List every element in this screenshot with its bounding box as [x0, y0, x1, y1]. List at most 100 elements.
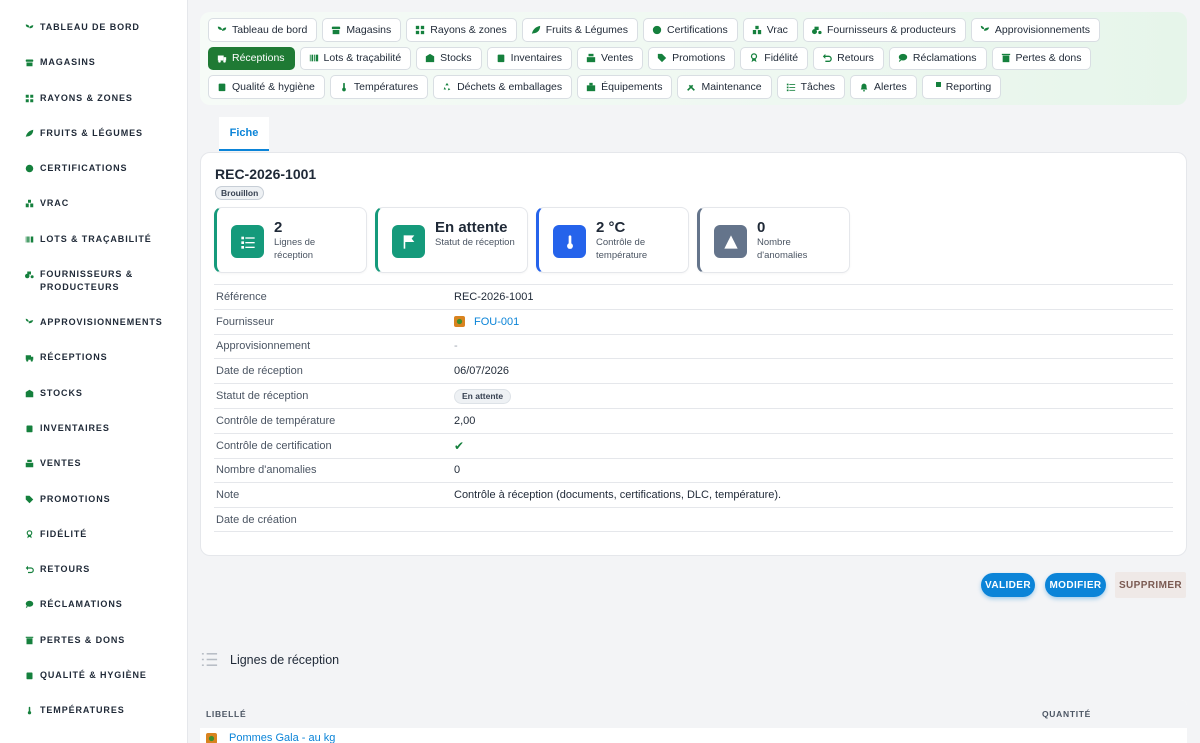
flag-icon — [392, 225, 425, 258]
nav-chip-label: Pertes & dons — [1015, 52, 1082, 65]
nav-chip-17[interactable]: Pertes & dons — [991, 46, 1092, 70]
equipment-icon — [586, 82, 596, 92]
sidebar-item-13[interactable]: Promotions — [0, 482, 187, 517]
nav-chip-24[interactable]: Alertes — [850, 75, 917, 99]
sidebar-item-7[interactable]: Fournisseurs & producteurs — [0, 257, 187, 305]
nav-chip-2[interactable]: Rayons & zones — [406, 18, 517, 42]
nav-chip-label: Lots & traçabilité — [323, 52, 402, 65]
nav-chip-8[interactable]: Réceptions — [208, 46, 295, 70]
validate-button[interactable]: Valider — [981, 573, 1035, 597]
nav-chip-10[interactable]: Stocks — [416, 46, 482, 70]
delete-button[interactable]: Supprimer — [1115, 572, 1186, 598]
nav-chip-14[interactable]: Fidélité — [740, 46, 809, 70]
truck-icon — [24, 352, 35, 363]
nav-chip-11[interactable]: Inventaires — [486, 46, 573, 70]
sidebar-item-14[interactable]: Fidélité — [0, 517, 187, 552]
sidebar-item-16[interactable]: Réclamations — [0, 587, 187, 622]
seal-icon — [652, 25, 662, 35]
award-icon — [749, 53, 759, 63]
check-icon: ✔ — [454, 438, 465, 453]
column-header-libelle[interactable]: Libellé — [200, 709, 1042, 719]
sidebar-list: Tableau de bord Magasins Rayons & zones Fru… — [0, 10, 187, 729]
kpi-value: 2 — [274, 219, 283, 236]
sidebar-item-label: Promotions — [40, 493, 111, 504]
supplier-link[interactable]: FOU-001 — [474, 316, 519, 328]
nav-chip-label: Températures — [353, 80, 419, 93]
edit-button[interactable]: Modifier — [1045, 573, 1106, 597]
sidebar-item-5[interactable]: Vrac — [0, 186, 187, 221]
nav-chip-19[interactable]: Températures — [329, 75, 429, 99]
nav-chip-label: Reporting — [945, 80, 992, 93]
nav-chip-4[interactable]: Certifications — [643, 18, 738, 42]
sidebar-item-19[interactable]: Températures — [0, 693, 187, 728]
nav-chip-22[interactable]: Maintenance — [677, 75, 772, 99]
sidebar-item-label: Fournisseurs & producteurs — [40, 269, 134, 293]
nav-chip-0[interactable]: Tableau de bord — [208, 18, 318, 42]
list-icon — [200, 650, 219, 669]
detail-value: 0 — [454, 464, 461, 477]
sidebar-item-10[interactable]: Stocks — [0, 376, 187, 411]
nav-chip-label: Stocks — [440, 52, 472, 65]
sidebar-item-0[interactable]: Tableau de bord — [0, 10, 187, 45]
sidebar-item-18[interactable]: Qualité & hygiène — [0, 658, 187, 693]
store-icon — [24, 57, 35, 68]
seedling-icon — [980, 25, 990, 35]
table-row[interactable]: Pommes Gala - au kg — [200, 728, 1187, 743]
sidebar-item-6[interactable]: Lots & traçabilité — [0, 222, 187, 257]
nav-chip-18[interactable]: Qualité & hygiène — [208, 75, 325, 99]
detail-row-reference: Référence REC-2026-1001 — [214, 284, 1173, 309]
nav-chip-5[interactable]: Vrac — [742, 18, 798, 42]
nav-chip-label: Magasins — [346, 23, 392, 36]
sidebar-item-label: Vrac — [40, 198, 70, 209]
sidebar-item-label: Lots & traçabilité — [40, 233, 152, 244]
nav-chip-label: Déchets & emballages — [457, 80, 563, 93]
nav-chip-9[interactable]: Lots & traçabilité — [299, 46, 412, 70]
nav-chip-20[interactable]: Déchets & emballages — [433, 75, 573, 99]
sidebar-item-4[interactable]: Certifications — [0, 151, 187, 186]
detail-label: Référence — [216, 290, 267, 303]
detail-label: Statut de réception — [216, 390, 309, 403]
nav-chip-7[interactable]: Approvisionnements — [970, 18, 1101, 42]
nav-chip-label: Tâches — [800, 80, 836, 93]
tab-fiche[interactable]: Fiche — [219, 117, 269, 151]
sidebar-item-3[interactable]: Fruits & Légumes — [0, 116, 187, 151]
detail-row-statut: Statut de réception En attente — [214, 383, 1173, 408]
pie-chart-icon — [931, 81, 941, 92]
nav-chip-23[interactable]: Tâches — [776, 75, 846, 99]
table-header: Libellé Quantité — [200, 700, 1187, 728]
nav-chip-6[interactable]: Fournisseurs & producteurs — [802, 18, 966, 42]
tag-icon — [657, 53, 667, 63]
page-title: REC-2026-1001 — [215, 166, 317, 182]
nav-chip-15[interactable]: Retours — [813, 46, 884, 70]
product-link[interactable]: Pommes Gala - au kg — [229, 732, 335, 743]
nav-chip-21[interactable]: Équipements — [577, 75, 673, 99]
sidebar-item-9[interactable]: Réceptions — [0, 340, 187, 375]
nav-chip-label: Certifications — [667, 23, 728, 36]
barcode-icon — [24, 234, 35, 245]
nav-chip-3[interactable]: Fruits & Légumes — [521, 18, 639, 42]
nav-chip-13[interactable]: Promotions — [648, 46, 736, 70]
nav-chip-12[interactable]: Ventes — [577, 46, 644, 70]
warehouse-icon — [24, 388, 35, 399]
nav-chip-25[interactable]: Reporting — [921, 75, 1002, 99]
tasks-icon — [786, 82, 796, 92]
nav-chip-16[interactable]: Réclamations — [888, 46, 987, 70]
sidebar-item-17[interactable]: Pertes & dons — [0, 623, 187, 658]
sidebar-item-8[interactable]: Approvisionnements — [0, 305, 187, 340]
sidebar-item-15[interactable]: Retours — [0, 552, 187, 587]
sidebar-item-1[interactable]: Magasins — [0, 45, 187, 80]
sidebar-item-2[interactable]: Rayons & zones — [0, 81, 187, 116]
sidebar-item-label: Réceptions — [40, 352, 108, 363]
sidebar-item-12[interactable]: Ventes — [0, 446, 187, 481]
detail-value: En attente — [454, 388, 1173, 404]
column-header-quantite[interactable]: Quantité — [1042, 709, 1187, 719]
kpi-label: Statut de réception — [435, 237, 515, 248]
kpi-value: 0 — [757, 219, 766, 236]
sidebar-item-11[interactable]: Inventaires — [0, 411, 187, 446]
detail-label: Nombre d'anomalies — [216, 464, 317, 477]
record-card: REC-2026-1001 Brouillon 2 Lignes de récep… — [200, 152, 1187, 556]
warning-icon — [714, 225, 747, 258]
grid-icon — [415, 25, 425, 35]
nav-chip-1[interactable]: Magasins — [322, 18, 402, 42]
lines-table: Libellé Quantité Pommes Gala - au kg — [200, 700, 1187, 743]
